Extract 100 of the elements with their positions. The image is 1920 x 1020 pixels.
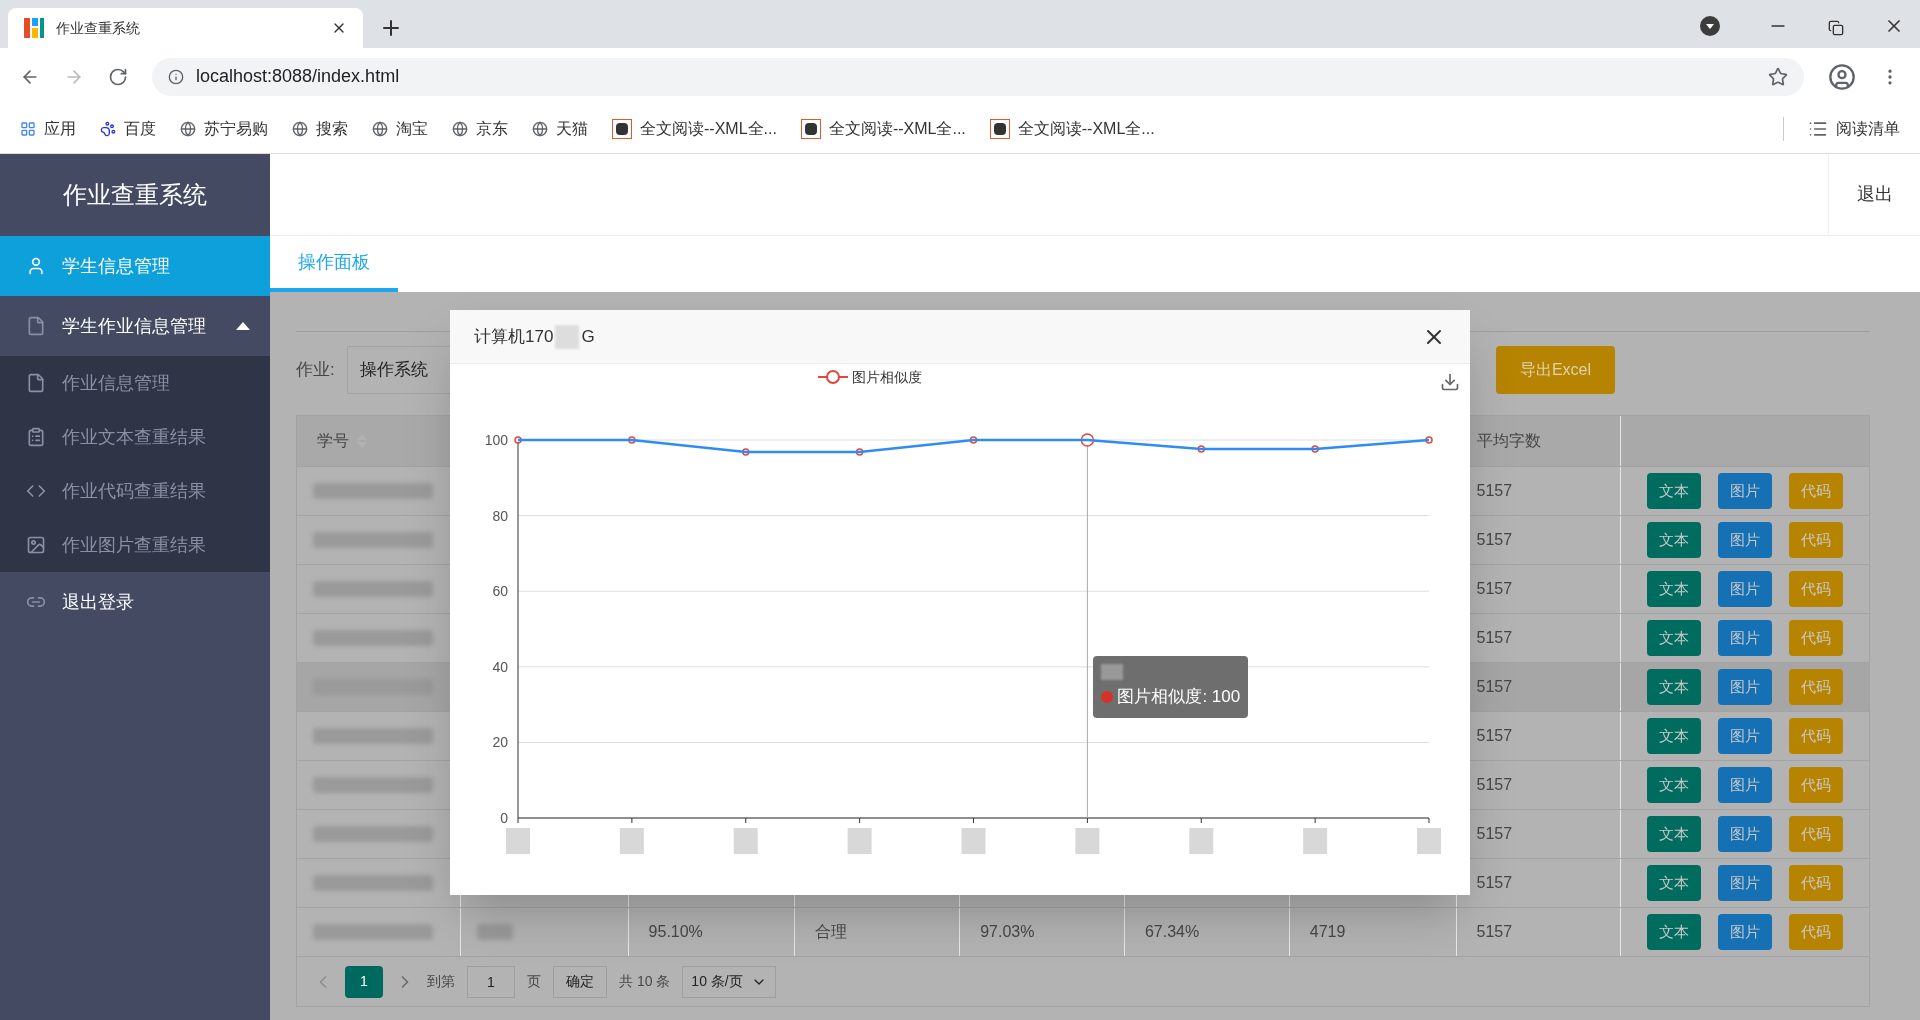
bookmark[interactable]: 苏宁易购: [180, 117, 268, 141]
table-cell-text: 95.10%: [648, 922, 703, 942]
paw-icon: [100, 121, 116, 137]
action-button[interactable]: 代码: [1789, 669, 1844, 705]
action-button[interactable]: 图片: [1718, 718, 1773, 754]
browser-tab[interactable]: 作业查重系统: [8, 8, 363, 48]
sidebar-item[interactable]: 作业图片查重结果: [0, 518, 270, 572]
table-cell-text: 97.03%: [980, 922, 1035, 942]
sidebar-item[interactable]: 作业代码查重结果: [0, 464, 270, 518]
table-cell-text: 5157: [1476, 726, 1513, 746]
sidebar-item[interactable]: 学生作业信息管理: [0, 296, 270, 356]
blurred-label: [1303, 828, 1328, 854]
bookmark[interactable]: 京东: [452, 117, 508, 141]
sidebar-item[interactable]: 作业文本查重结果: [0, 410, 270, 464]
blurred-text: [476, 924, 513, 940]
tab-search-icon[interactable]: [1700, 16, 1720, 36]
bookmark[interactable]: 百度: [100, 117, 156, 141]
table-cell-text: 5157: [1476, 530, 1513, 550]
list-icon: [1808, 119, 1828, 139]
table-cell-text: 5157: [1476, 824, 1513, 844]
table-cell-text: 5157: [1476, 873, 1513, 893]
action-button[interactable]: 文本: [1647, 865, 1702, 901]
action-button[interactable]: 文本: [1647, 620, 1702, 656]
bookmark[interactable]: 全文阅读--XML全...: [989, 117, 1155, 141]
confirm-button[interactable]: 确定: [553, 965, 607, 998]
bookmark[interactable]: 全文阅读--XML全...: [800, 117, 966, 141]
data-point[interactable]: [628, 436, 636, 444]
y-tick-label: 100: [484, 432, 508, 448]
action-button[interactable]: 代码: [1789, 473, 1844, 509]
page-button[interactable]: 1: [345, 965, 383, 998]
sidebar-item[interactable]: 退出登录: [0, 572, 270, 632]
page-size-select[interactable]: 10 条/页: [682, 965, 776, 998]
action-button[interactable]: 文本: [1647, 767, 1702, 803]
action-button[interactable]: 文本: [1647, 718, 1702, 754]
action-button[interactable]: 代码: [1789, 571, 1844, 607]
action-button[interactable]: 图片: [1718, 767, 1773, 803]
blurred-label: [506, 828, 530, 854]
data-point[interactable]: [855, 448, 864, 456]
globe-icon: [452, 121, 468, 137]
file-icon: [26, 373, 46, 393]
action-button[interactable]: 代码: [1789, 620, 1844, 656]
tab-title: 作业查重系统: [56, 18, 141, 38]
bookmark[interactable]: 搜索: [292, 117, 348, 141]
data-point[interactable]: [1080, 433, 1095, 447]
sidebar-item[interactable]: 学生信息管理: [0, 236, 270, 296]
download-icon[interactable]: [1440, 372, 1460, 392]
action-button[interactable]: 文本: [1647, 473, 1702, 509]
table-cell-text: 5157: [1476, 579, 1513, 599]
action-button[interactable]: 代码: [1789, 816, 1844, 852]
data-point[interactable]: [1425, 436, 1433, 444]
action-button[interactable]: 图片: [1718, 865, 1773, 901]
action-button[interactable]: 图片: [1718, 914, 1773, 950]
apps-icon: [20, 121, 36, 137]
data-point[interactable]: [742, 448, 750, 456]
page-unit: 页: [527, 972, 541, 991]
sidebar-item[interactable]: 作业信息管理: [0, 356, 270, 410]
export-button[interactable]: 导出Excel: [1495, 346, 1615, 394]
action-button[interactable]: 图片: [1718, 522, 1773, 558]
action-button[interactable]: 代码: [1789, 522, 1844, 558]
table-cell-text: 5157: [1476, 481, 1513, 501]
page-input[interactable]: 1: [467, 965, 515, 998]
bookmark[interactable]: 天猫: [532, 117, 588, 141]
action-button[interactable]: 图片: [1718, 669, 1773, 705]
data-point[interactable]: [1197, 445, 1205, 453]
table-cell-text: 5157: [1476, 628, 1513, 648]
action-button[interactable]: 文本: [1647, 816, 1702, 852]
reload-icon[interactable]: [108, 66, 128, 87]
data-point[interactable]: [514, 436, 522, 444]
action-button[interactable]: 文本: [1647, 522, 1702, 558]
action-button[interactable]: 代码: [1789, 718, 1844, 754]
star-icon[interactable]: [1768, 66, 1788, 87]
y-tick-label: 40: [492, 658, 508, 675]
action-button[interactable]: 图片: [1718, 571, 1773, 607]
action-button[interactable]: 代码: [1789, 865, 1844, 901]
table-cell-text: 5157: [1476, 775, 1513, 795]
logout-link[interactable]: 退出: [1828, 154, 1920, 235]
profile-icon[interactable]: [1828, 62, 1856, 91]
action-button[interactable]: 图片: [1718, 473, 1773, 509]
action-button[interactable]: 代码: [1789, 914, 1844, 950]
action-button[interactable]: 图片: [1718, 620, 1773, 656]
data-point[interactable]: [1311, 445, 1319, 453]
address-field[interactable]: localhost:8088/index.html: [152, 57, 1804, 96]
reading-list[interactable]: 阅读清单: [1808, 117, 1900, 141]
restore-icon[interactable]: [1828, 20, 1844, 36]
bookmark[interactable]: 全文阅读--XML全...: [612, 117, 777, 141]
action-button[interactable]: 文本: [1647, 571, 1702, 607]
blurred-text: [555, 324, 580, 349]
table-row[interactable]: 95.10% 合理 97.03% 67.34% 4719 5157 文本 图片 代码: [297, 907, 1869, 956]
data-point[interactable]: [969, 436, 978, 444]
action-button[interactable]: 图片: [1718, 816, 1773, 852]
chart-legend[interactable]: 图片相似度: [817, 369, 922, 385]
action-button[interactable]: 文本: [1647, 914, 1702, 950]
action-button[interactable]: 文本: [1647, 669, 1702, 705]
app-logo-icon: [24, 18, 44, 38]
blurred-label: [1075, 828, 1100, 854]
address-text: localhost:8088/index.html: [196, 65, 401, 88]
dialog-title: G: [581, 325, 596, 348]
action-button[interactable]: 代码: [1789, 767, 1844, 803]
bookmark[interactable]: 淘宝: [372, 117, 428, 141]
bookmark[interactable]: 应用: [20, 117, 76, 141]
